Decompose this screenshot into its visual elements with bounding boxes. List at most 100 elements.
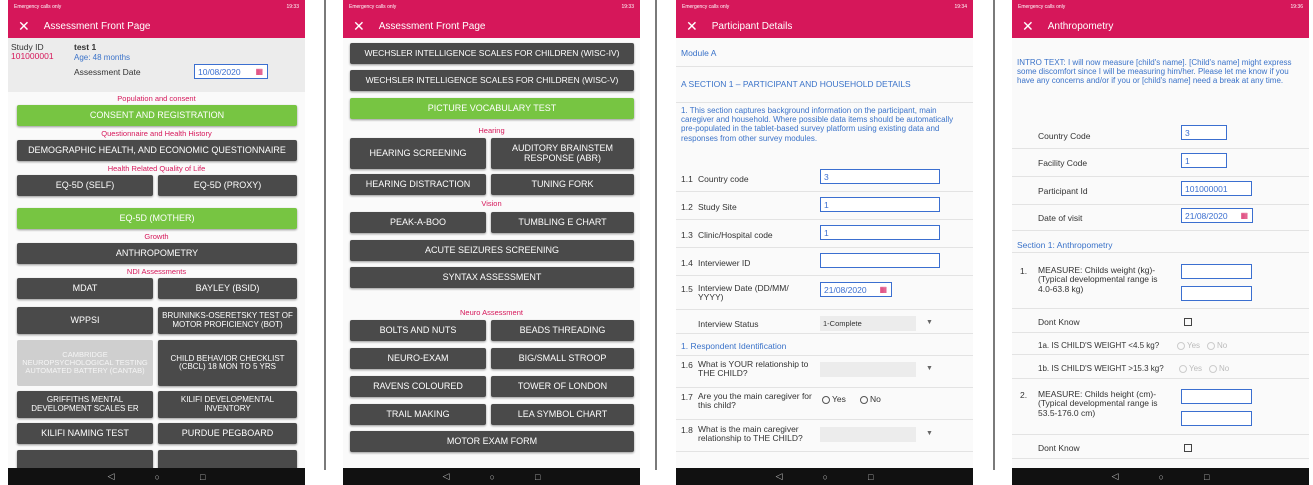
page-title: Assessment Front Page	[378, 20, 486, 32]
lea-symbol-chart-button[interactable]: LEA SYMBOL CHART	[491, 404, 634, 425]
field-number: 1.5	[681, 284, 693, 294]
recent-apps-icon[interactable]: □	[868, 472, 873, 482]
recent-apps-icon[interactable]: □	[200, 472, 205, 482]
recent-apps-icon[interactable]: □	[1204, 472, 1209, 482]
close-icon[interactable]: ✕	[18, 19, 30, 33]
study-site-input[interactable]: 1	[820, 197, 940, 212]
cbcl-button[interactable]: CHILD BEHAVIOR CHECKLIST (CBCL) 18 MON T…	[158, 340, 297, 386]
wisc-v-button[interactable]: WECHSLER INTELLIGENCE SCALES FOR CHILDRE…	[350, 70, 634, 91]
date-of-visit-field[interactable]: 21/08/2020 ▦	[1181, 208, 1253, 223]
back-icon[interactable]: ◁	[776, 471, 783, 482]
page-title: Assessment Front Page	[43, 20, 151, 32]
section-a-title: A SECTION 1 – PARTICIPANT AND HOUSEHOLD …	[681, 79, 911, 89]
peekaboo-button[interactable]: PEAK-A-BOO	[350, 212, 486, 233]
caregiver-relationship-select[interactable]	[820, 427, 916, 442]
motor-exam-form-button[interactable]: MOTOR EXAM FORM	[350, 431, 634, 452]
syntax-assessment-button[interactable]: SYNTAX ASSESSMENT	[350, 267, 634, 288]
participant-id-input[interactable]: 101000001	[1181, 181, 1252, 196]
back-icon[interactable]: ◁	[443, 471, 450, 482]
demographic-questionnaire-button[interactable]: DEMOGRAPHIC HEALTH, AND ECONOMIC QUESTIO…	[17, 140, 297, 161]
country-code-input[interactable]: 3	[820, 169, 940, 184]
section-ndi: NDI Assessments	[126, 267, 187, 276]
dont-know-label: Dont Know	[1038, 443, 1080, 453]
home-icon[interactable]: ○	[490, 472, 495, 482]
neuro-exam-button[interactable]: NEURO-EXAM	[350, 348, 486, 369]
dropdown-caret-icon[interactable]: ▼	[926, 319, 933, 326]
home-icon[interactable]: ○	[1159, 472, 1164, 482]
section-intro-text: 1. This section captures background info…	[681, 106, 954, 143]
no-radio-option[interactable]: No	[860, 394, 881, 404]
no-label: No	[870, 394, 881, 404]
interviewer-id-input[interactable]	[820, 253, 940, 268]
question-number: 1.	[1020, 266, 1028, 276]
calendar-icon[interactable]: ▦	[255, 67, 263, 76]
interview-date-field[interactable]: 21/08/2020 ▦	[820, 282, 892, 297]
dropdown-caret-icon[interactable]: ▼	[926, 365, 933, 372]
partial-button[interactable]	[158, 450, 297, 468]
close-icon[interactable]: ✕	[686, 19, 698, 33]
dont-know-checkbox[interactable]	[1184, 318, 1192, 326]
acute-seizures-button[interactable]: ACUTE SEIZURES SCREENING	[350, 240, 634, 261]
dropdown-caret-icon[interactable]: ▼	[926, 430, 933, 437]
height-input-2[interactable]	[1181, 411, 1252, 426]
mdat-button[interactable]: MDAT	[17, 278, 153, 299]
close-icon[interactable]: ✕	[1022, 19, 1034, 33]
weight-input-2[interactable]	[1181, 286, 1252, 301]
facility-code-input[interactable]: 1	[1181, 153, 1227, 168]
back-icon[interactable]: ◁	[108, 471, 115, 482]
clinic-code-input[interactable]: 1	[820, 225, 940, 240]
purdue-pegboard-button[interactable]: PURDUE PEGBOARD	[158, 423, 297, 444]
radio-icon[interactable]	[860, 395, 868, 404]
recent-apps-icon[interactable]: □	[535, 472, 540, 482]
hearing-distraction-button[interactable]: HEARING DISTRACTION	[350, 174, 486, 195]
home-icon[interactable]: ○	[823, 472, 828, 482]
yes-label: Yes	[832, 394, 846, 404]
assessment-date-field[interactable]: 10/08/2020 ▦	[194, 64, 268, 79]
tower-of-london-button[interactable]: TOWER OF LONDON	[491, 376, 634, 397]
bayley-button[interactable]: BAYLEY (BSID)	[158, 278, 297, 299]
kilifi-developmental-button[interactable]: KILIFI DEVELOPMENTAL INVENTORY	[158, 391, 297, 418]
back-icon[interactable]: ◁	[1112, 471, 1119, 482]
cantab-button: CAMBRIDGE NEUROPSYCHOLOGICAL TESTING AUT…	[17, 340, 153, 386]
calendar-icon[interactable]: ▦	[1240, 211, 1248, 220]
consent-registration-button[interactable]: CONSENT AND REGISTRATION	[17, 105, 297, 126]
interview-status-select[interactable]: 1-Complete	[820, 316, 916, 331]
eq5d-self-button[interactable]: EQ-5D (SELF)	[17, 175, 153, 196]
partial-button[interactable]	[17, 450, 153, 468]
ravens-coloured-button[interactable]: RAVENS COLOURED	[350, 376, 486, 397]
close-icon[interactable]: ✕	[353, 19, 365, 33]
relationship-select[interactable]	[820, 362, 916, 377]
home-icon[interactable]: ○	[155, 472, 160, 482]
section-neuro: Neuro Assessment	[460, 308, 523, 317]
abr-button[interactable]: AUDITORY BRAINSTEM RESPONSE (ABR)	[491, 138, 634, 169]
bolts-nuts-button[interactable]: BOLTS AND NUTS	[350, 320, 486, 341]
eq5d-mother-button[interactable]: EQ-5D (MOTHER)	[17, 208, 297, 229]
anthropometry-button[interactable]: ANTHROPOMETRY	[17, 243, 297, 264]
calendar-icon[interactable]: ▦	[879, 285, 887, 294]
weight-input-1[interactable]	[1181, 264, 1252, 279]
country-code-input[interactable]: 3	[1181, 125, 1227, 140]
radio-icon[interactable]	[822, 395, 830, 404]
eq5d-proxy-button[interactable]: EQ-5D (PROXY)	[158, 175, 297, 196]
height-input-1[interactable]	[1181, 389, 1252, 404]
kilifi-naming-button[interactable]: KILIFI NAMING TEST	[17, 423, 153, 444]
picture-vocabulary-button[interactable]: PICTURE VOCABULARY TEST	[350, 98, 634, 119]
status-bar: Emergency calls only 19:33	[8, 0, 305, 14]
griffiths-button[interactable]: GRIFFITHS MENTAL DEVELOPMENT SCALES ER	[17, 391, 153, 418]
wisc-iv-button[interactable]: WECHSLER INTELLIGENCE SCALES FOR CHILDRE…	[350, 43, 634, 64]
tumbling-e-chart-button[interactable]: TUMBLING E CHART	[491, 212, 634, 233]
trail-making-button[interactable]: TRAIL MAKING	[350, 404, 486, 425]
bruininks-button[interactable]: BRUININKS-OSERETSKY TEST OF MOTOR PROFIC…	[158, 307, 297, 334]
section-hearing: Hearing	[478, 126, 505, 135]
yes-radio-option[interactable]: Yes	[822, 394, 846, 404]
hearing-screening-button[interactable]: HEARING SCREENING	[350, 138, 486, 169]
tuning-fork-button[interactable]: TUNING FORK	[491, 174, 634, 195]
no-label: No	[1217, 341, 1228, 350]
screen-assessment-front-page-1: Emergency calls only 19:33 ✕ Assessment …	[8, 0, 305, 485]
big-small-stroop-button[interactable]: BIG/SMALL STROOP	[491, 348, 634, 369]
interview-date-value: 21/08/2020	[824, 284, 867, 295]
dont-know-checkbox[interactable]	[1184, 444, 1192, 452]
status-left: Emergency calls only	[1018, 4, 1066, 10]
beads-threading-button[interactable]: BEADS THREADING	[491, 320, 634, 341]
wppsi-button[interactable]: WPPSI	[17, 307, 153, 334]
